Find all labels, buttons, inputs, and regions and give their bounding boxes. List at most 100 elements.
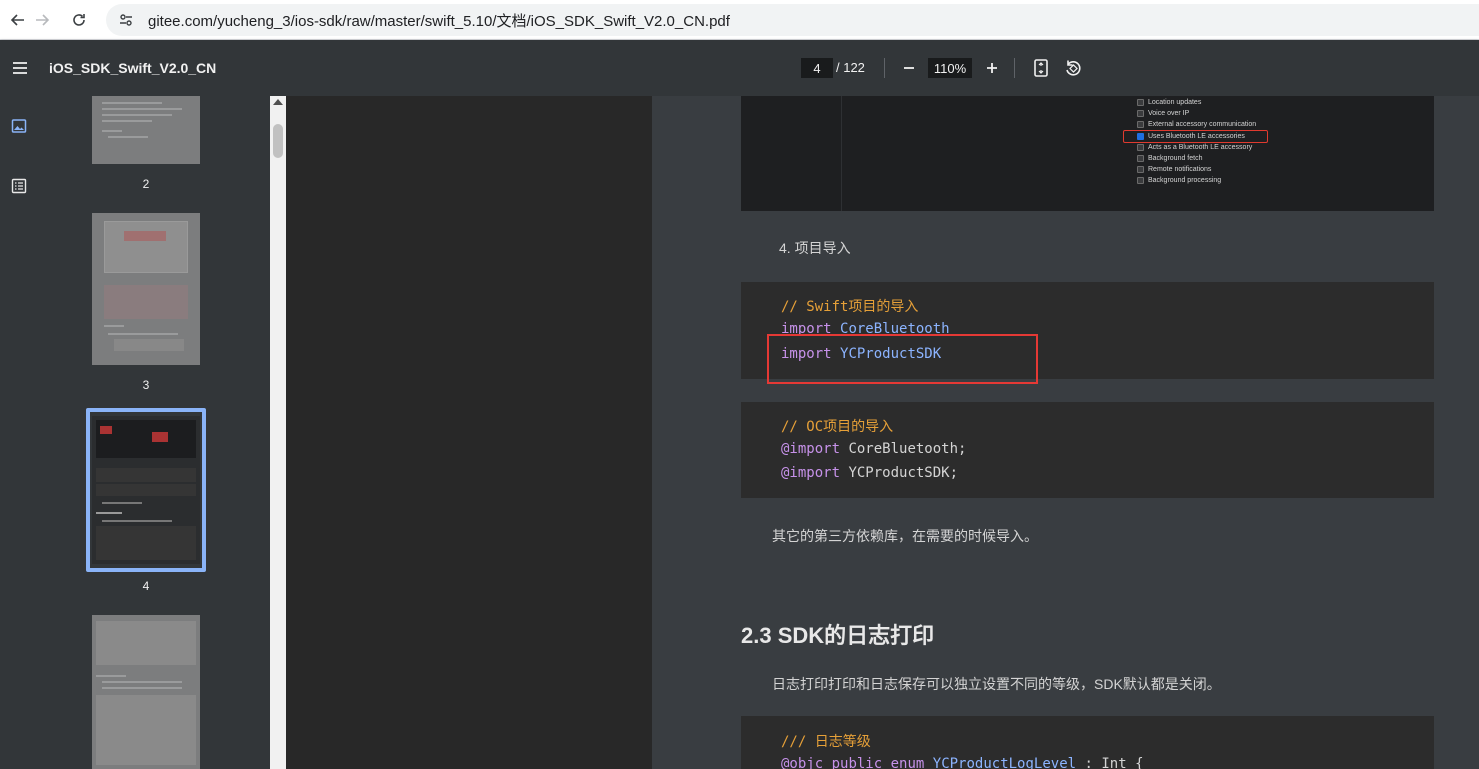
code-comment: /// 日志等级 bbox=[781, 734, 871, 750]
thumb-line bbox=[102, 102, 162, 104]
code-type: YCProductLogLevel bbox=[932, 756, 1077, 769]
code-keyword: @import bbox=[781, 465, 841, 481]
thumb-code bbox=[96, 695, 196, 765]
thumb-line bbox=[102, 130, 122, 132]
site-info-icon[interactable] bbox=[114, 8, 138, 32]
capability-row: Location updates bbox=[1137, 99, 1201, 106]
hamburger-menu-icon bbox=[13, 62, 27, 74]
reload-button[interactable] bbox=[61, 4, 97, 36]
capability-row: Background processing bbox=[1137, 177, 1222, 185]
thumb-line bbox=[104, 325, 124, 327]
thumb-line bbox=[102, 502, 142, 504]
fit-page-icon bbox=[1034, 59, 1048, 77]
import-highlight-box bbox=[767, 334, 1038, 384]
thumbnail-panel: 2 3 4 bbox=[38, 96, 270, 769]
pdf-viewer[interactable]: Location updates Voice over IP External ac… bbox=[286, 96, 1479, 769]
rotate-counterclockwise-icon bbox=[1066, 60, 1081, 76]
checkbox-icon bbox=[1137, 121, 1144, 129]
capability-label: Background fetch bbox=[1148, 155, 1203, 162]
thumb-code bbox=[114, 339, 184, 351]
forward-button[interactable] bbox=[24, 4, 60, 36]
reload-icon bbox=[73, 14, 85, 26]
thumbnails-view-button[interactable] bbox=[9, 116, 29, 136]
code-comment: // Swift项目的导入 bbox=[781, 299, 919, 315]
scrollbar-thumb[interactable] bbox=[273, 124, 283, 158]
thumb-line bbox=[102, 687, 182, 689]
section-heading: 2.3 SDK的日志打印 bbox=[741, 623, 935, 648]
code-module: YCProductSDK; bbox=[848, 465, 959, 481]
log-level-code: /// 日志等级 @objc public enum YCProductLogL… bbox=[741, 716, 1434, 769]
code-keyword: @import bbox=[781, 441, 841, 457]
capability-row: External accessory communication bbox=[1137, 121, 1256, 129]
code-line: @import CoreBluetooth; bbox=[781, 441, 966, 457]
thumb-line bbox=[102, 681, 182, 683]
capability-label: Acts as a Bluetooth LE accessory bbox=[1148, 143, 1253, 151]
thumbnail-scrollbar[interactable] bbox=[270, 96, 286, 769]
document-title: iOS_SDK_Swift_V2.0_CN bbox=[49, 60, 217, 76]
thumb-table bbox=[104, 285, 188, 319]
capability-row: Remote notifications bbox=[1137, 166, 1212, 174]
browser-toolbar: gitee.com/yucheng_3/ios-sdk/raw/master/s… bbox=[0, 0, 1479, 40]
address-bar[interactable]: gitee.com/yucheng_3/ios-sdk/raw/master/s… bbox=[106, 4, 1479, 36]
page-thumbnail-4[interactable] bbox=[92, 416, 200, 564]
page-total: / 122 bbox=[836, 60, 865, 75]
zoom-out-button[interactable] bbox=[898, 56, 920, 80]
thumbnail-label: 3 bbox=[142, 378, 150, 392]
capability-row: Voice over IP bbox=[1137, 110, 1189, 118]
image-icon bbox=[11, 119, 27, 133]
paragraph-third-party: 其它的第三方依赖库，在需要的时候导入。 bbox=[772, 528, 1038, 544]
page-thumbnail-3[interactable] bbox=[92, 213, 200, 365]
screenshot-divider bbox=[841, 96, 842, 211]
capability-label: Remote notifications bbox=[1148, 166, 1212, 174]
thumb-code bbox=[96, 526, 196, 560]
thumb-code bbox=[96, 484, 196, 496]
code-line: @objc public enum YCProductLogLevel : In… bbox=[781, 756, 1144, 769]
thumb-highlight bbox=[124, 231, 166, 241]
page-thumbnail-5[interactable] bbox=[92, 615, 200, 769]
minus-icon bbox=[904, 67, 914, 69]
capability-label: Background processing bbox=[1148, 177, 1222, 185]
bluetooth-highlight-box bbox=[1123, 130, 1268, 143]
list-outline-icon bbox=[11, 178, 27, 194]
list-item-project-import: 4. 项目导入 bbox=[779, 240, 851, 256]
checkbox-icon bbox=[1137, 110, 1144, 118]
page-thumbnail-2[interactable] bbox=[92, 96, 200, 164]
oc-import-code: // OC项目的导入 @import CoreBluetooth; @impor… bbox=[741, 402, 1434, 498]
sidebar-rail bbox=[0, 96, 38, 769]
capability-label: Location updates bbox=[1148, 99, 1202, 106]
menu-button[interactable] bbox=[6, 54, 34, 82]
checkbox-icon bbox=[1137, 143, 1144, 151]
plus-icon bbox=[987, 63, 997, 73]
pdf-toolbar: iOS_SDK_Swift_V2.0_CN 4 / 122 110% bbox=[0, 40, 1479, 96]
capability-row: Background fetch bbox=[1137, 155, 1202, 162]
thumb-line bbox=[108, 136, 148, 138]
thumbnail-label: 2 bbox=[142, 177, 150, 191]
fit-to-page-button[interactable] bbox=[1030, 56, 1052, 80]
code-module: CoreBluetooth; bbox=[848, 441, 967, 457]
code-keyword: @objc bbox=[781, 756, 824, 769]
thumb-line bbox=[96, 675, 126, 677]
url-text[interactable]: gitee.com/yucheng_3/ios-sdk/raw/master/s… bbox=[148, 10, 730, 31]
code-comment: // OC项目的导入 bbox=[781, 419, 894, 435]
zoom-in-button[interactable] bbox=[981, 56, 1003, 80]
toolbar-divider bbox=[1014, 58, 1015, 78]
rotate-button[interactable] bbox=[1062, 56, 1084, 80]
capabilities-screenshot: Location updates Voice over IP External ac… bbox=[741, 96, 1434, 211]
outline-view-button[interactable] bbox=[9, 176, 29, 196]
pdf-page: Location updates Voice over IP External ac… bbox=[652, 96, 1479, 769]
thumb-line bbox=[102, 520, 172, 522]
checkbox-icon bbox=[1137, 155, 1144, 162]
thumbnail-label: 4 bbox=[142, 579, 150, 593]
zoom-level-input[interactable]: 110% bbox=[928, 58, 972, 78]
paragraph-log-levels: 日志打印打印和日志保存可以独立设置不同的等级，SDK默认都是关闭。 bbox=[772, 676, 1221, 692]
thumb-line bbox=[108, 333, 178, 335]
thumb-highlight bbox=[100, 426, 112, 434]
page-number-input[interactable]: 4 bbox=[801, 58, 833, 78]
code-plain: : Int { bbox=[1084, 756, 1144, 769]
scroll-up-arrow[interactable] bbox=[273, 99, 283, 105]
arrow-right-icon bbox=[36, 14, 50, 26]
checkbox-icon bbox=[1137, 166, 1144, 174]
thumb-line bbox=[102, 108, 182, 110]
toolbar-divider bbox=[884, 58, 885, 78]
thumb-highlight bbox=[152, 432, 168, 442]
